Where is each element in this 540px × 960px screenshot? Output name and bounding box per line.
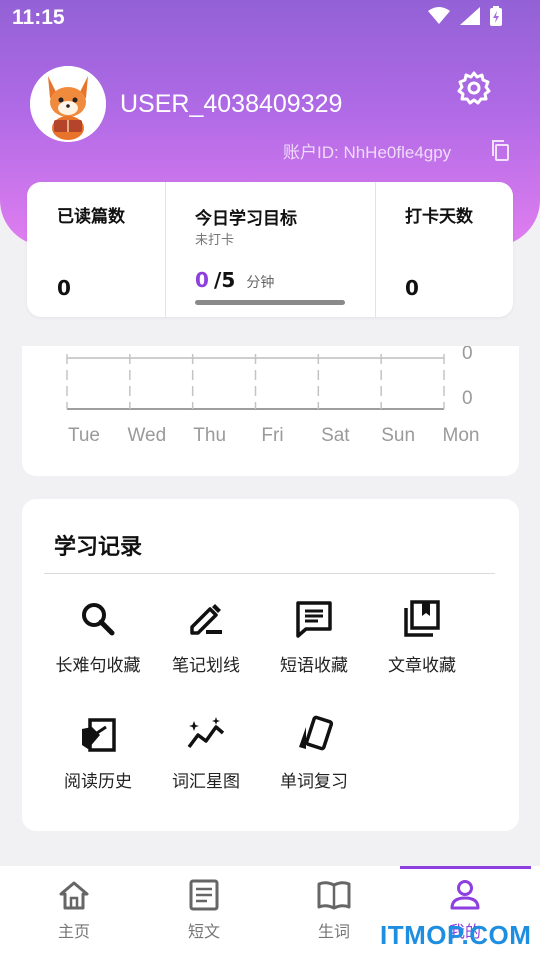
- record-label: 单词复习: [280, 772, 348, 792]
- chart-x-tick-label: Sat: [321, 425, 350, 446]
- study-records-divider: [44, 573, 495, 574]
- chart-y-tick-label: 0: [462, 388, 473, 409]
- study-records-title: 学习记录: [54, 535, 143, 560]
- chart-x-tick-label: Mon: [443, 425, 480, 446]
- daily-goal-title: 今日学习目标: [195, 209, 297, 229]
- wifi-icon: [428, 7, 450, 24]
- checkin-days-value: 0: [405, 276, 419, 300]
- chart-x-tick-label: Fri: [261, 425, 283, 446]
- cards-icon: [299, 715, 334, 751]
- record-reading-history[interactable]: 阅读历史: [44, 715, 152, 792]
- daily-goal-progress-text: 0 /5 分钟: [195, 268, 274, 292]
- study-records-card: 学习记录 长难句收藏 笔记划线 短语收藏 文章收藏 阅读历史 词汇星图 单词复习: [22, 499, 519, 831]
- account-id: 账户ID: NhHe0fle4gpy: [283, 143, 452, 162]
- status-bar: 11:15: [0, 0, 540, 36]
- weekly-chart: Tue Wed Thu Fri Sat Sun Mon 0 0: [66, 346, 480, 446]
- record-phrase-favorites[interactable]: 短语收藏: [260, 599, 368, 676]
- record-vocab-star-map[interactable]: 词汇星图: [152, 715, 260, 792]
- person-icon: [450, 880, 480, 910]
- goal-unit: 分钟: [246, 275, 275, 291]
- message-icon: [296, 601, 332, 638]
- record-article-favorites[interactable]: 文章收藏: [368, 599, 476, 676]
- checkin-days-stat[interactable]: 打卡天数 0: [375, 182, 513, 317]
- home-icon: [59, 881, 89, 910]
- articles-read-title: 已读篇数: [57, 207, 125, 227]
- chart-x-tick-label: Sun: [381, 425, 415, 446]
- weekly-chart-card: Tue Wed Thu Fri Sat Sun Mon 0 0: [22, 346, 519, 476]
- daily-goal-progress-bar: [195, 300, 345, 305]
- settings-button[interactable]: [456, 70, 492, 106]
- record-label: 文章收藏: [388, 656, 456, 676]
- avatar[interactable]: [30, 66, 106, 142]
- history-icon: [82, 718, 116, 752]
- nav-label: 短文: [187, 922, 220, 941]
- chart-x-tick-label: Tue: [68, 425, 100, 446]
- bookmarks-icon: [404, 600, 440, 637]
- chart-y-tick-label: 0: [462, 346, 473, 364]
- article-icon: [189, 879, 219, 911]
- articles-read-stat[interactable]: 已读篇数 0: [27, 182, 165, 317]
- signal-icon: [460, 7, 480, 25]
- copy-icon: [492, 140, 509, 161]
- record-sentences-favorites[interactable]: 长难句收藏: [44, 599, 152, 676]
- copy-id-button[interactable]: [489, 139, 511, 161]
- status-icons: [428, 6, 502, 26]
- goal-total-minutes: /5: [214, 268, 236, 292]
- chart-x-tick-label: Thu: [193, 425, 226, 446]
- nav-label: 主页: [57, 922, 90, 941]
- record-word-review[interactable]: 单词复习: [260, 715, 368, 792]
- search-icon: [82, 603, 115, 636]
- record-label: 词汇星图: [172, 772, 240, 792]
- watermark: ITMOP.COM: [380, 920, 532, 950]
- record-label: 笔记划线: [172, 656, 240, 676]
- stats-card: 已读篇数 0 今日学习目标 未打卡 0 /5 分钟 打卡天数 0: [27, 182, 513, 317]
- record-notes-highlights[interactable]: 笔记划线: [152, 599, 260, 676]
- goal-done-minutes: 0: [195, 268, 209, 292]
- gear-icon: [457, 71, 491, 105]
- articles-read-value: 0: [57, 276, 71, 300]
- edit-pen-icon: [190, 604, 222, 635]
- book-icon: [317, 881, 351, 910]
- record-label: 短语收藏: [280, 656, 348, 676]
- star-graph-icon: [187, 717, 225, 749]
- battery-icon: [490, 6, 502, 26]
- username: USER_4038409329: [120, 90, 343, 118]
- nav-home[interactable]: 主页: [9, 866, 139, 960]
- daily-goal-stat[interactable]: 今日学习目标 未打卡 0 /5 分钟: [165, 182, 375, 317]
- nav-articles[interactable]: 短文: [139, 866, 269, 960]
- fox-avatar-image: [30, 66, 106, 142]
- record-label: 阅读历史: [64, 772, 132, 792]
- daily-goal-status: 未打卡: [195, 233, 235, 248]
- record-label: 长难句收藏: [55, 656, 141, 676]
- checkin-days-title: 打卡天数: [405, 207, 473, 227]
- status-time: 11:15: [12, 6, 65, 29]
- chart-x-tick-label: Wed: [127, 425, 166, 446]
